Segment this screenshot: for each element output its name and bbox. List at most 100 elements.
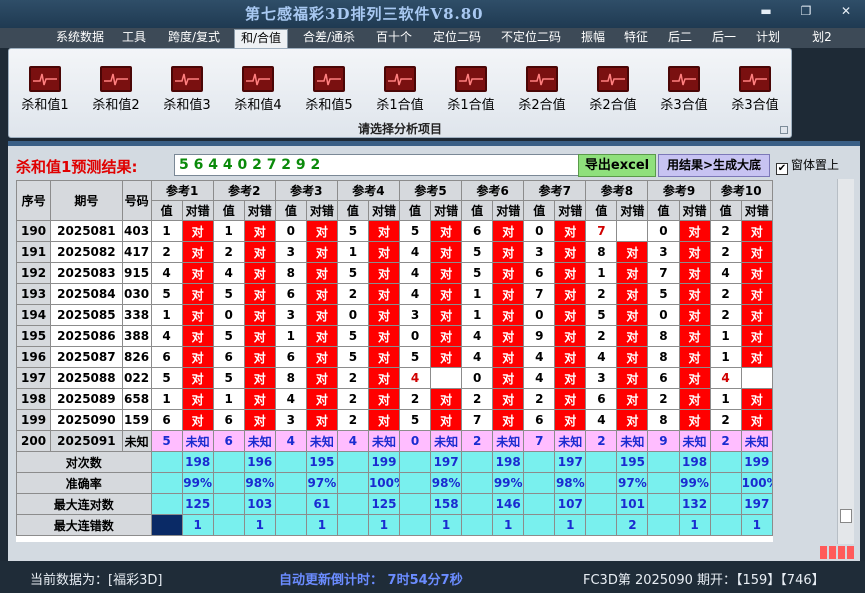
ref-result-cell: 对 [554,262,587,284]
ref-result-cell: 对 [367,304,401,326]
menu-span[interactable]: 跨度/复式 [163,29,225,48]
menu-last2[interactable]: 后二 [665,29,695,48]
ribbon-expand-icon[interactable] [780,126,788,134]
table-row[interactable]: 193 2025084 030 5 对 5 对 6 对 2 对 4 对 1 对 7 对 2 对 5 对 2 对 [15,283,774,305]
table-row[interactable]: 198 2025089 658 1 对 1 对 4 对 2 对 2 对 2 对 2 对 6 对 2 对 1 对 [15,388,774,410]
ribbon-button[interactable]: 杀3合值 [721,55,789,113]
row-period: 2025085 [50,304,123,326]
ref-result-cell: 未知 [554,430,587,452]
minimize-icon[interactable]: ▬ [755,4,777,18]
table-row[interactable]: 195 2025086 388 4 对 5 对 1 对 5 对 0 对 4 对 9 对 2 对 8 对 1 对 [15,325,774,347]
ref-result-cell: 对 [740,409,774,431]
scroll-thumb[interactable] [840,509,852,523]
ref-value-cell: 4 [150,262,183,284]
ref-value-cell: 8 [647,409,680,431]
row-number: 022 [121,367,152,389]
ref-value-cell: 5 [399,409,432,431]
table-row[interactable]: 200 2025091 未知 5 未知 6 未知 4 未知 4 未知 0 未知 2 未知 7 未知 2 未知 9 未知 2… [15,430,774,452]
checkbox-check-icon[interactable]: ✔ [776,163,788,175]
ref-value-cell: 0 [647,220,680,242]
prediction-field[interactable]: 5 6 4 4 0 2 7 2 9 2 [174,154,584,176]
ref-value-cell: 5 [212,325,245,347]
table-row[interactable]: 191 2025082 417 2 对 2 对 3 对 1 对 4 对 5 对 3 对 8 对 3 对 2 对 [15,241,774,263]
ref-result-cell: 对 [740,283,774,305]
generate-base-button[interactable]: 用结果>生成大底 [658,154,770,177]
ref-result-cell: 对 [430,409,463,431]
menu-sum[interactable]: 和/合值 [234,29,288,48]
ref-result-cell: 对 [554,283,587,305]
ref-value-cell: 4 [461,325,494,347]
table-row[interactable]: 199 2025090 159 6 对 6 对 3 对 2 对 5 对 7 对 6 对 4 对 8 对 2 对 [15,409,774,431]
ref-result-cell: 未知 [430,430,463,452]
ribbon-button[interactable]: 杀和值5 [295,55,363,113]
stat-value: 99% [181,472,214,494]
chart-icon [313,66,345,92]
menu-last1[interactable]: 后一 [709,29,739,48]
row-seq: 195 [15,325,52,347]
col-header-result: 对错 [243,200,276,221]
export-excel-button[interactable]: 导出excel [578,154,656,177]
ref-result-cell: 对 [243,388,276,410]
ribbon-button[interactable]: 杀和值3 [153,55,221,113]
row-seq: 199 [15,409,52,431]
menu-system-data[interactable]: 系统数据 [52,29,108,48]
table-row[interactable]: 197 2025088 022 5 对 5 对 8 对 2 对 4 0 对 4 对 3 对 6 对 4 [15,367,774,389]
stat-spacer [336,493,369,515]
stat-value: 197 [554,451,587,473]
table-row[interactable]: 190 2025081 403 1 对 1 对 0 对 5 对 5 对 6 对 0 对 7 0 对 2 对 [15,220,774,242]
stat-value: 2 [616,514,649,536]
row-number: 403 [121,220,152,242]
ref-result-cell: 对 [554,220,587,242]
col-header-ref: 参考9 [647,180,711,201]
pin-window-checkbox[interactable]: ✔ 窗体置上 [776,156,839,175]
ref-result-cell: 对 [430,241,463,263]
menu-digits[interactable]: 百十个 [372,29,416,48]
ribbon-caption: 请选择分析项目 [357,122,442,136]
ref-result-cell: 未知 [181,430,214,452]
ref-value-cell: 0 [399,325,432,347]
table-row[interactable]: 196 2025087 826 6 对 6 对 6 对 5 对 5 对 4 对 4 对 4 对 8 对 1 对 [15,346,774,368]
menu-plan[interactable]: 计划 [753,29,783,48]
stat-spacer [274,514,307,536]
close-icon[interactable]: ✕ [835,4,857,18]
col-header-value: 值 [212,200,245,221]
ref-result-cell: 对 [367,283,401,305]
stat-value: 125 [181,493,214,515]
table-row[interactable]: 192 2025083 915 4 对 4 对 8 对 5 对 4 对 5 对 6 对 1 对 7 对 4 对 [15,262,774,284]
ribbon-button-label: 杀和值4 [234,98,282,113]
ref-result-cell: 对 [243,409,276,431]
table-row[interactable]: 194 2025085 338 1 对 0 对 3 对 0 对 3 对 1 对 0 对 5 对 0 对 2 对 [15,304,774,326]
ribbon-button-label: 杀1合值 [447,98,495,113]
ref-value-cell: 0 [399,430,432,452]
ribbon-button[interactable]: 杀和值2 [82,55,150,113]
vertical-scrollbar[interactable] [837,179,854,544]
row-seq: 193 [15,283,52,305]
ref-result-cell: 对 [305,388,338,410]
menu-tools[interactable]: 工具 [118,29,150,48]
ribbon-button[interactable]: 杀1合值 [437,55,505,113]
chart-icon [526,66,558,92]
ref-result-cell: 对 [181,262,214,284]
countdown-value: 7时54分7秒 [387,573,463,588]
ribbon-button[interactable]: 杀和值4 [224,55,292,113]
menu-nonpos2[interactable]: 不定位二码 [496,29,566,48]
col-header-value: 值 [461,200,494,221]
ref-value-cell: 1 [212,220,245,242]
ref-value-cell: 3 [274,241,307,263]
stat-value: 1 [305,514,338,536]
ref-value-cell: 0 [461,367,494,389]
menu-diff[interactable]: 合差/通杀 [298,29,360,48]
menu-plan2[interactable]: 划2 [808,29,836,48]
ref-result-cell: 对 [430,325,463,347]
ribbon-button[interactable]: 杀2合值 [579,55,647,113]
ribbon-button[interactable]: 杀2合值 [508,55,576,113]
menu-pos2[interactable]: 定位二码 [428,29,486,48]
menu-feature[interactable]: 特征 [621,29,651,48]
maximize-icon[interactable]: ❐ [795,4,817,18]
ribbon-button[interactable]: 杀1合值 [366,55,434,113]
ribbon-button[interactable]: 杀3合值 [650,55,718,113]
ref-value-cell: 1 [585,262,618,284]
menu-amplitude[interactable]: 振幅 [578,29,608,48]
col-header-ref: 参考3 [274,180,338,201]
ribbon-button[interactable]: 杀和值1 [11,55,79,113]
